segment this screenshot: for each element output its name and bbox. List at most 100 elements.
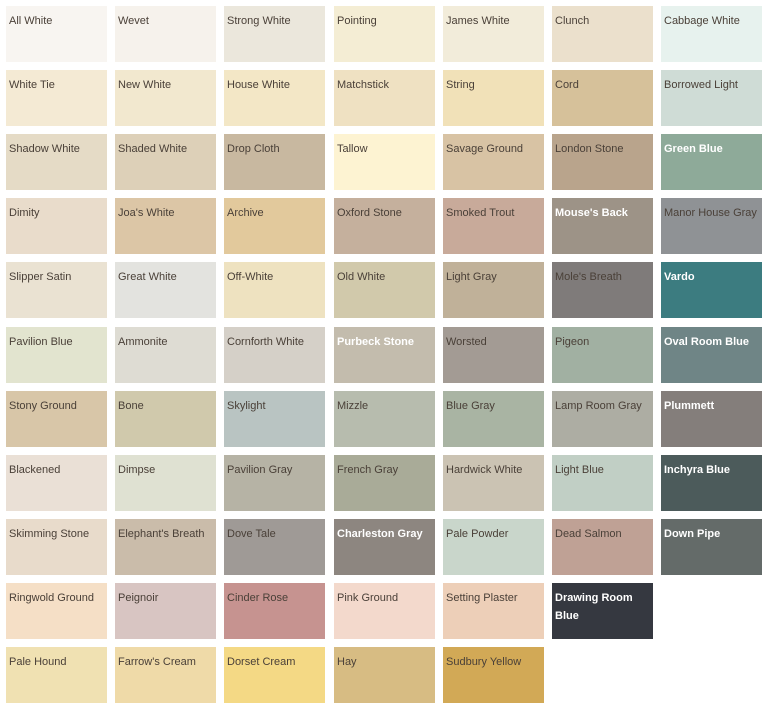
color-swatch-label: Pale Powder xyxy=(446,528,509,540)
color-swatch[interactable]: Dove Tale xyxy=(224,519,325,575)
color-swatch[interactable]: Clunch xyxy=(552,6,653,62)
color-swatch[interactable]: Worsted xyxy=(443,327,544,383)
color-swatch[interactable]: Mizzle xyxy=(334,391,435,447)
color-swatch[interactable]: Pavilion Gray xyxy=(224,455,325,511)
color-swatch[interactable]: Farrow's Cream xyxy=(115,647,216,703)
color-swatch[interactable]: Vardo xyxy=(661,262,762,318)
color-swatch[interactable]: Borrowed Light xyxy=(661,70,762,126)
color-swatch[interactable]: Archive xyxy=(224,198,325,254)
color-swatch[interactable]: Dead Salmon xyxy=(552,519,653,575)
color-swatch-label: Matchstick xyxy=(337,79,389,91)
color-swatch-label: String xyxy=(446,79,475,91)
color-swatch-label: Mouse's Back xyxy=(555,207,628,219)
color-swatch-label: Dove Tale xyxy=(227,528,276,540)
color-swatch[interactable]: Joa's White xyxy=(115,198,216,254)
color-swatch[interactable]: Shadow White xyxy=(6,134,107,190)
color-swatch[interactable]: Hay xyxy=(334,647,435,703)
color-swatch[interactable]: Savage Ground xyxy=(443,134,544,190)
color-swatch[interactable]: Slipper Satin xyxy=(6,262,107,318)
color-swatch[interactable]: Manor House Gray xyxy=(661,198,762,254)
color-swatch[interactable]: White Tie xyxy=(6,70,107,126)
color-swatch[interactable]: Oval Room Blue xyxy=(661,327,762,383)
color-swatch[interactable]: Great White xyxy=(115,262,216,318)
color-swatch-label: Great White xyxy=(118,271,177,283)
color-swatch[interactable]: Skimming Stone xyxy=(6,519,107,575)
color-swatch-label: Pavilion Gray xyxy=(227,464,293,476)
color-swatch[interactable]: All White xyxy=(6,6,107,62)
color-swatch[interactable]: Old White xyxy=(334,262,435,318)
color-swatch[interactable]: Ammonite xyxy=(115,327,216,383)
color-swatch[interactable]: Pale Hound xyxy=(6,647,107,703)
color-swatch[interactable]: Sudbury Yellow xyxy=(443,647,544,703)
color-swatch[interactable]: House White xyxy=(224,70,325,126)
color-swatch[interactable]: Oxford Stone xyxy=(334,198,435,254)
color-swatch[interactable]: Pale Powder xyxy=(443,519,544,575)
color-swatch-label: Farrow's Cream xyxy=(118,656,196,668)
color-swatch[interactable]: Cord xyxy=(552,70,653,126)
color-swatch[interactable]: Ringwold Ground xyxy=(6,583,107,639)
color-swatch[interactable]: Light Blue xyxy=(552,455,653,511)
color-swatch-label: Slipper Satin xyxy=(9,271,72,283)
color-swatch[interactable]: Pink Ground xyxy=(334,583,435,639)
color-swatch[interactable]: Hardwick White xyxy=(443,455,544,511)
color-swatch[interactable]: New White xyxy=(115,70,216,126)
color-swatch[interactable]: Charleston Gray xyxy=(334,519,435,575)
color-swatch[interactable]: Green Blue xyxy=(661,134,762,190)
color-swatch[interactable]: Blackened xyxy=(6,455,107,511)
color-swatch[interactable]: Dimity xyxy=(6,198,107,254)
color-swatch[interactable]: James White xyxy=(443,6,544,62)
color-swatch[interactable]: Pavilion Blue xyxy=(6,327,107,383)
color-swatch[interactable]: London Stone xyxy=(552,134,653,190)
color-swatch-label: Archive xyxy=(227,207,264,219)
color-swatch[interactable]: String xyxy=(443,70,544,126)
color-swatch[interactable]: Shaded White xyxy=(115,134,216,190)
color-swatch-label: Setting Plaster xyxy=(446,592,518,604)
color-swatch[interactable]: Strong White xyxy=(224,6,325,62)
color-swatch[interactable]: Down Pipe xyxy=(661,519,762,575)
color-swatch[interactable]: Tallow xyxy=(334,134,435,190)
color-swatch[interactable]: Cornforth White xyxy=(224,327,325,383)
color-swatch[interactable]: Mole's Breath xyxy=(552,262,653,318)
color-swatch[interactable]: Mouse's Back xyxy=(552,198,653,254)
color-swatch[interactable]: Wevet xyxy=(115,6,216,62)
color-swatch[interactable]: Elephant's Breath xyxy=(115,519,216,575)
color-swatch[interactable]: Drawing Room Blue xyxy=(552,583,653,639)
color-swatch[interactable]: Plummett xyxy=(661,391,762,447)
color-swatch-label: Mole's Breath xyxy=(555,271,622,283)
color-swatch-label: Wevet xyxy=(118,15,149,27)
color-swatch[interactable]: Setting Plaster xyxy=(443,583,544,639)
color-swatch-label: Purbeck Stone xyxy=(337,336,415,348)
color-swatch[interactable]: Pigeon xyxy=(552,327,653,383)
color-swatch[interactable]: Blue Gray xyxy=(443,391,544,447)
color-swatch[interactable]: Cinder Rose xyxy=(224,583,325,639)
color-swatch-label: Skylight xyxy=(227,400,266,412)
color-swatch[interactable]: Skylight xyxy=(224,391,325,447)
color-swatch[interactable]: Light Gray xyxy=(443,262,544,318)
color-swatch[interactable]: Pointing xyxy=(334,6,435,62)
color-swatch-label: White Tie xyxy=(9,79,55,91)
color-swatch[interactable]: Off-White xyxy=(224,262,325,318)
color-swatch[interactable]: Cabbage White xyxy=(661,6,762,62)
color-swatch-label: Charleston Gray xyxy=(337,528,423,540)
color-swatch[interactable]: Dimpse xyxy=(115,455,216,511)
color-swatch-label: Cord xyxy=(555,79,579,91)
color-swatch[interactable]: Bone xyxy=(115,391,216,447)
color-swatch-label: Stony Ground xyxy=(9,400,77,412)
color-swatch-label: Cornforth White xyxy=(227,336,305,348)
color-swatch-label: Manor House Gray xyxy=(664,207,757,219)
color-swatch-label: Hardwick White xyxy=(446,464,523,476)
color-swatch-label: Mizzle xyxy=(337,400,369,412)
color-swatch[interactable]: Matchstick xyxy=(334,70,435,126)
color-swatch[interactable]: Inchyra Blue xyxy=(661,455,762,511)
color-swatch-label: Drawing Room Blue xyxy=(555,592,633,622)
color-swatch[interactable]: Smoked Trout xyxy=(443,198,544,254)
color-swatch[interactable]: Peignoir xyxy=(115,583,216,639)
color-swatch[interactable]: French Gray xyxy=(334,455,435,511)
color-swatch[interactable]: Lamp Room Gray xyxy=(552,391,653,447)
color-swatch[interactable]: Dorset Cream xyxy=(224,647,325,703)
color-swatch[interactable]: Drop Cloth xyxy=(224,134,325,190)
color-swatch-label: Pigeon xyxy=(555,336,590,348)
color-swatch[interactable]: Stony Ground xyxy=(6,391,107,447)
color-swatch-label: Bone xyxy=(118,400,144,412)
color-swatch[interactable]: Purbeck Stone xyxy=(334,327,435,383)
